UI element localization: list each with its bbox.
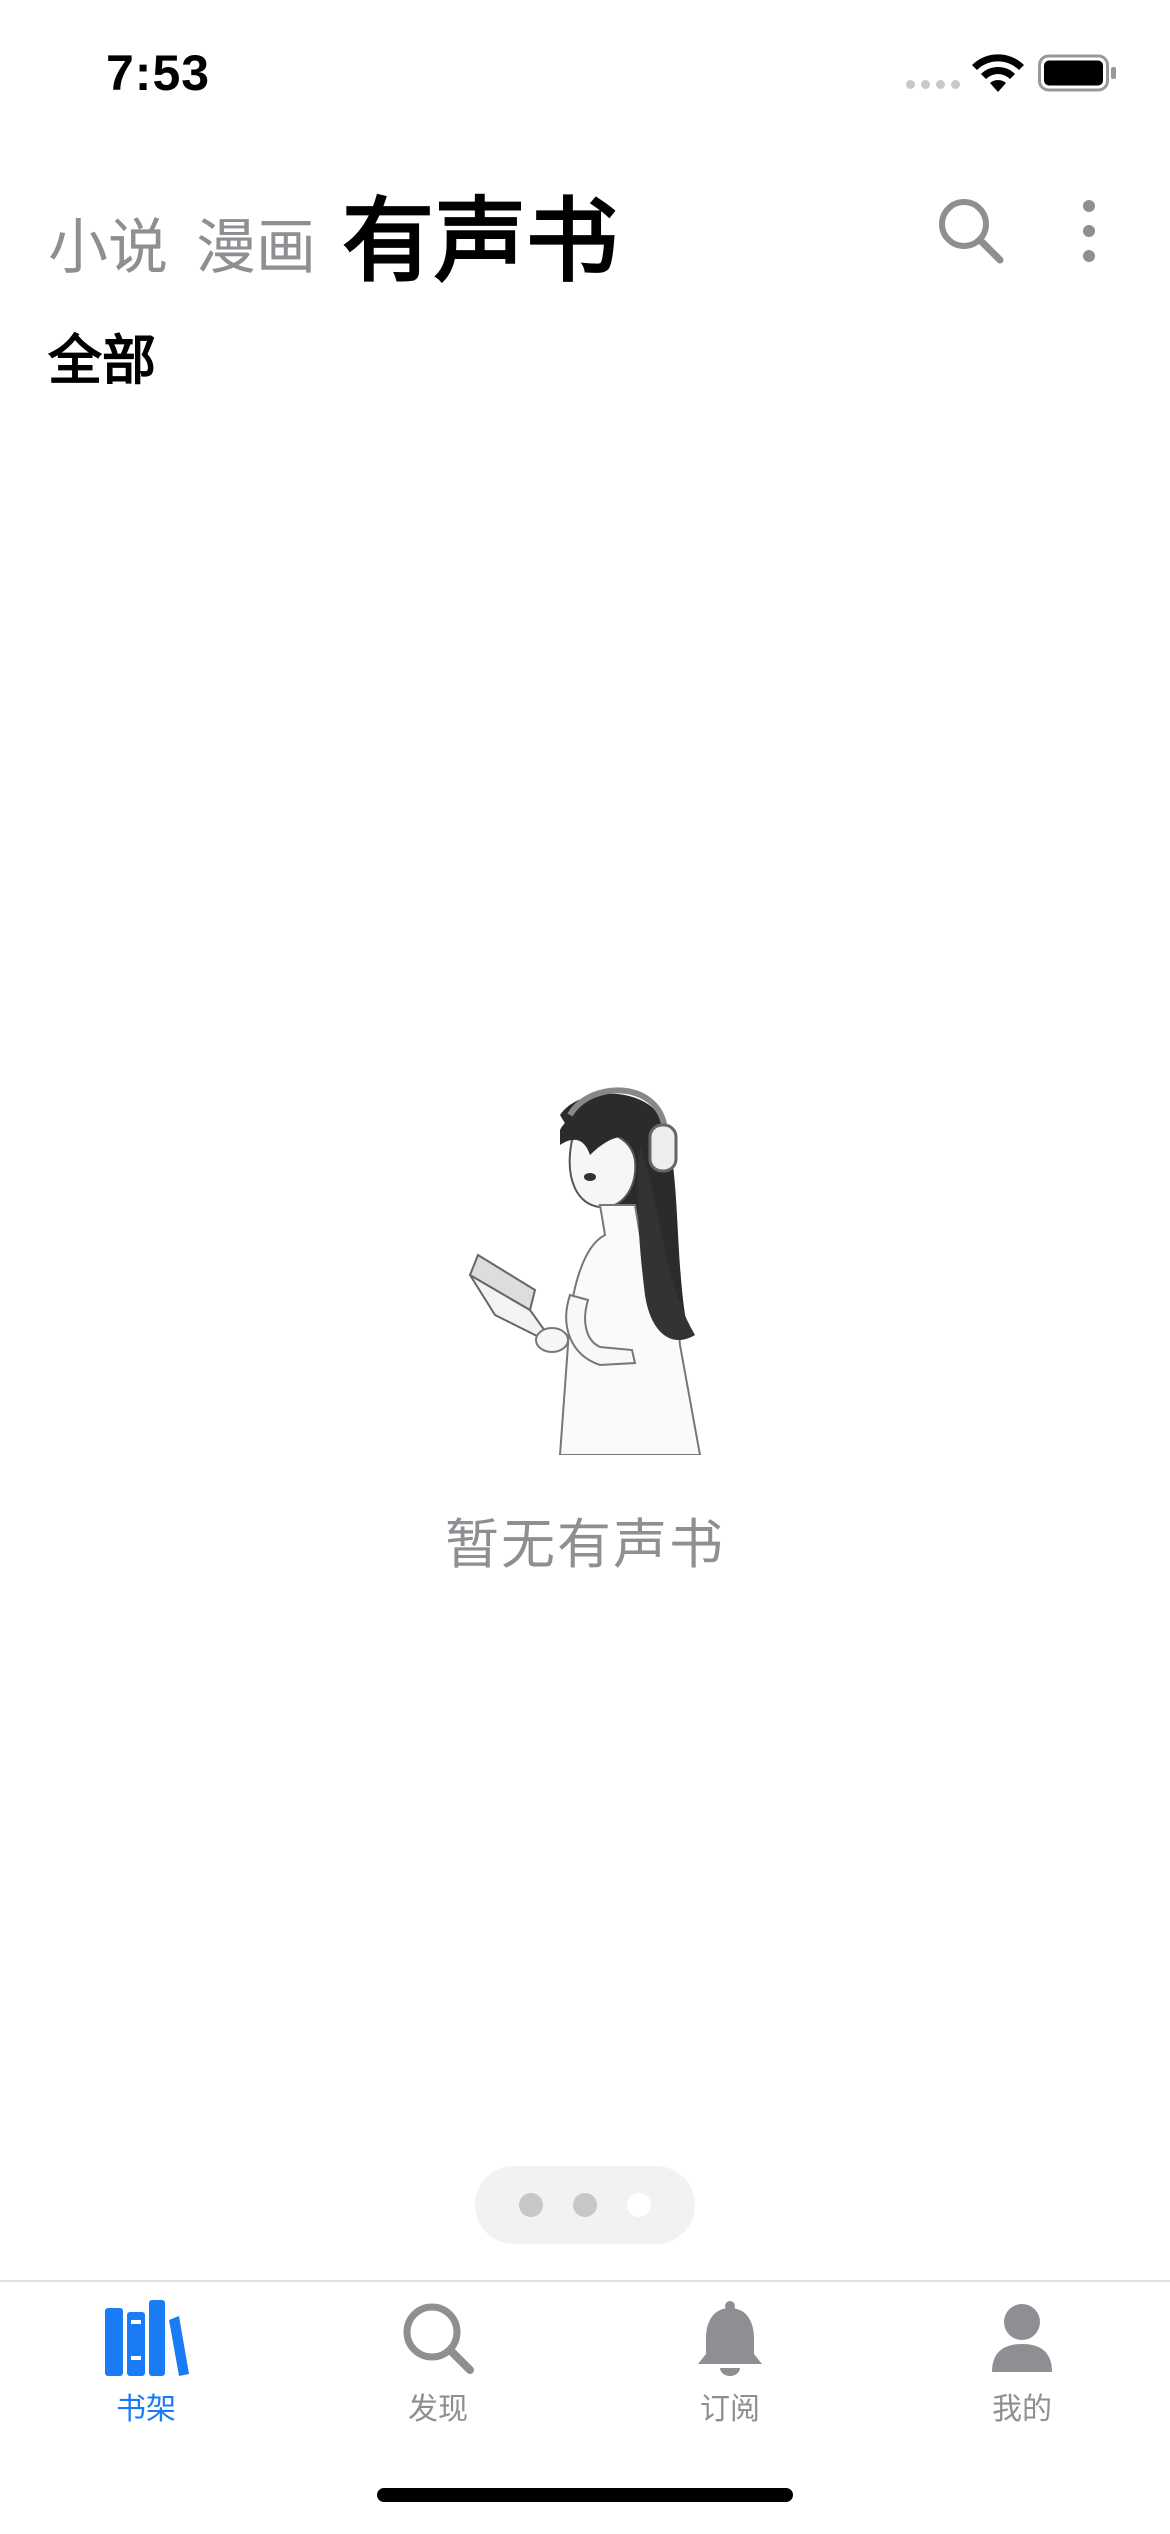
more-vertical-icon[interactable] bbox=[1074, 196, 1104, 266]
page-dot-current[interactable] bbox=[627, 2193, 651, 2217]
tab-comic[interactable]: 漫画 bbox=[196, 199, 316, 286]
search-icon[interactable] bbox=[936, 196, 1006, 266]
tab-audiobook[interactable]: 有声书 bbox=[342, 167, 618, 300]
tab-label: 书架 bbox=[116, 2392, 176, 2427]
tab-label: 发现 bbox=[408, 2392, 468, 2427]
page-dot[interactable] bbox=[519, 2193, 543, 2217]
empty-state-message: 暂无有声书 bbox=[445, 1513, 725, 1576]
status-bar: 7:53 bbox=[0, 0, 1170, 140]
person-icon bbox=[992, 2304, 1052, 2372]
girl-reading-illustration bbox=[468, 1087, 702, 1455]
bookshelf-icon bbox=[105, 2300, 189, 2376]
section-label-all[interactable]: 全部 bbox=[48, 316, 156, 395]
tab-discover[interactable]: 发现 bbox=[338, 2298, 538, 2448]
tab-novel[interactable]: 小说 bbox=[48, 199, 168, 286]
home-indicator[interactable] bbox=[377, 2488, 793, 2502]
bell-icon bbox=[698, 2301, 762, 2376]
tab-profile[interactable]: 我的 bbox=[922, 2298, 1122, 2448]
search-icon bbox=[403, 2303, 474, 2374]
status-time: 7:53 bbox=[106, 45, 211, 101]
wifi-icon bbox=[972, 54, 1024, 92]
battery-icon bbox=[1038, 54, 1116, 92]
tab-label: 我的 bbox=[992, 2392, 1052, 2427]
tab-label: 订阅 bbox=[700, 2392, 760, 2427]
page-indicator[interactable] bbox=[475, 2166, 695, 2244]
tab-subscribe[interactable]: 订阅 bbox=[630, 2298, 830, 2448]
header: 小说 漫画 有声书 bbox=[0, 170, 1170, 300]
page-dot[interactable] bbox=[573, 2193, 597, 2217]
tab-bookshelf[interactable]: 书架 bbox=[46, 2298, 246, 2448]
cellular-signal-icon bbox=[906, 80, 960, 89]
